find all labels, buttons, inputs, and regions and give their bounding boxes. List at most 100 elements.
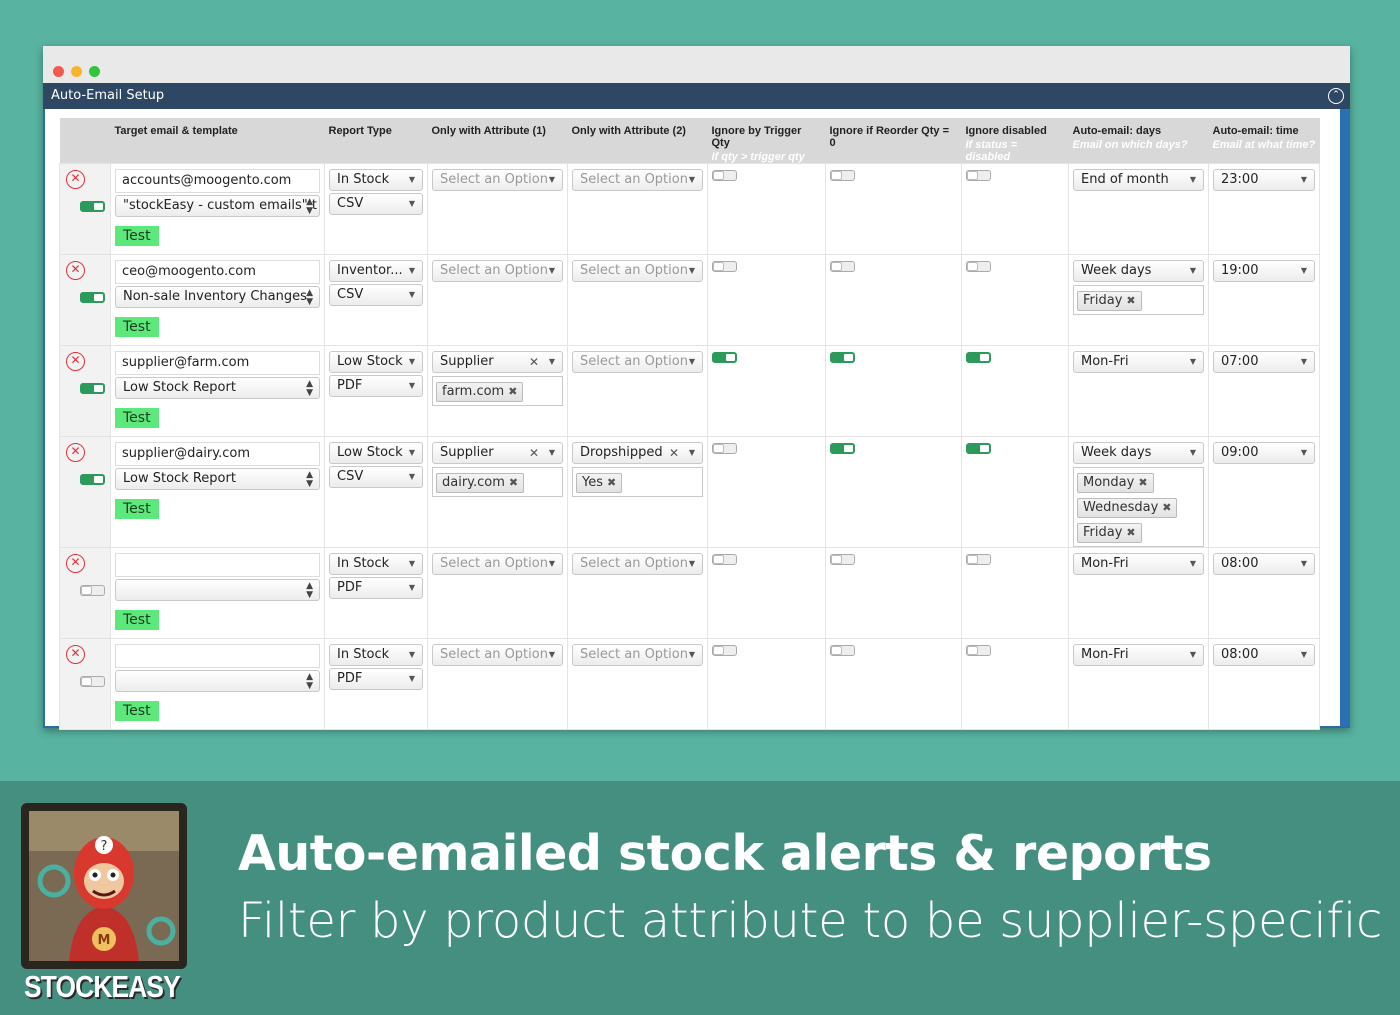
time-select[interactable]: 09:00 ▼ (1213, 442, 1315, 464)
remove-tag-icon[interactable]: ✖ (1126, 526, 1135, 539)
attribute-2-values[interactable]: Yes ✖ (572, 467, 703, 497)
remove-tag-icon[interactable]: ✖ (1162, 501, 1171, 514)
format-select[interactable]: CSV ▼ (329, 284, 423, 306)
email-field[interactable]: supplier@dairy.com (115, 442, 320, 466)
report-type-select[interactable]: In Stock ▼ (329, 553, 423, 575)
attribute-2-select[interactable]: Select an Option ▼ (572, 351, 703, 373)
row-enabled-toggle[interactable] (80, 292, 105, 303)
email-field[interactable] (115, 553, 320, 577)
remove-tag-icon[interactable]: ✖ (607, 476, 616, 489)
format-select[interactable]: CSV ▼ (329, 466, 423, 488)
clear-x-icon[interactable]: ✕ (529, 352, 539, 372)
remove-tag-icon[interactable]: ✖ (1126, 294, 1135, 307)
attribute-1-select[interactable]: Select an Option ▼ (432, 553, 563, 575)
format-select[interactable]: CSV ▼ (329, 193, 423, 215)
test-button[interactable]: Test (115, 701, 159, 721)
attribute-2-select[interactable]: Dropshipped ✕ ▼ (572, 442, 703, 464)
row-enabled-toggle[interactable] (80, 383, 105, 394)
attribute-2-select[interactable]: Select an Option ▼ (572, 260, 703, 282)
template-select[interactable]: Low Stock Report ▲ ▼ (115, 468, 320, 490)
delete-row-icon[interactable]: ✕ (66, 645, 85, 664)
days-select[interactable]: End of month ▼ (1073, 169, 1204, 191)
ignore-trigger-toggle[interactable] (712, 443, 737, 454)
test-button[interactable]: Test (115, 317, 159, 337)
delete-row-icon[interactable]: ✕ (66, 170, 85, 189)
template-select[interactable]: ▲ ▼ (115, 670, 320, 692)
row-enabled-toggle[interactable] (80, 585, 105, 596)
test-button[interactable]: Test (115, 610, 159, 630)
time-select[interactable]: 19:00 ▼ (1213, 260, 1315, 282)
format-select[interactable]: PDF ▼ (329, 668, 423, 690)
report-type-select[interactable]: In Stock ▼ (329, 169, 423, 191)
days-select[interactable]: Mon-Fri ▼ (1073, 351, 1204, 373)
report-type-select[interactable]: Low Stock ▼ (329, 351, 423, 373)
attribute-1-select[interactable]: Select an Option ▼ (432, 260, 563, 282)
row-enabled-toggle[interactable] (80, 676, 105, 687)
close-window-icon[interactable] (53, 66, 64, 77)
ignore-reorder-toggle[interactable] (830, 261, 855, 272)
attribute-1-select[interactable]: Select an Option ▼ (432, 644, 563, 666)
day-values[interactable]: Monday ✖ Wednesday ✖ Friday ✖ (1073, 467, 1204, 547)
email-field[interactable] (115, 644, 320, 668)
days-select[interactable]: Week days ▼ (1073, 260, 1204, 282)
row-enabled-toggle[interactable] (80, 201, 105, 212)
delete-row-icon[interactable]: ✕ (66, 443, 85, 462)
ignore-reorder-toggle[interactable] (830, 352, 855, 363)
test-button[interactable]: Test (115, 226, 159, 246)
attribute-1-values[interactable]: dairy.com ✖ (432, 467, 563, 497)
template-select[interactable]: Low Stock Report ▲ ▼ (115, 377, 320, 399)
attribute-1-values[interactable]: farm.com ✖ (432, 376, 563, 406)
time-select[interactable]: 08:00 ▼ (1213, 553, 1315, 575)
ignore-disabled-toggle[interactable] (966, 443, 991, 454)
ignore-disabled-toggle[interactable] (966, 261, 991, 272)
template-select[interactable]: Non-sale Inventory Changes ▲ ▼ (115, 286, 320, 308)
template-select[interactable]: ▲ ▼ (115, 579, 320, 601)
email-field[interactable]: ceo@moogento.com (115, 260, 320, 284)
test-button[interactable]: Test (115, 499, 159, 519)
remove-tag-icon[interactable]: ✖ (508, 385, 517, 398)
ignore-trigger-toggle[interactable] (712, 170, 737, 181)
days-select[interactable]: Week days ▼ (1073, 442, 1204, 464)
ignore-reorder-toggle[interactable] (830, 170, 855, 181)
ignore-disabled-toggle[interactable] (966, 170, 991, 181)
attribute-2-select[interactable]: Select an Option ▼ (572, 553, 703, 575)
ignore-trigger-toggle[interactable] (712, 554, 737, 565)
email-field[interactable]: accounts@moogento.com (115, 169, 320, 193)
ignore-disabled-toggle[interactable] (966, 554, 991, 565)
template-select[interactable]: "stockEasy - custom emails" t ▲ ▼ (115, 195, 320, 217)
report-type-select[interactable]: Low Stock ▼ (329, 442, 423, 464)
clear-x-icon[interactable]: ✕ (529, 443, 539, 463)
attribute-1-select[interactable]: Supplier ✕ ▼ (432, 351, 563, 373)
format-select[interactable]: PDF ▼ (329, 577, 423, 599)
maximize-window-icon[interactable] (89, 66, 100, 77)
collapse-chevron-up-icon[interactable]: ⌃ (1328, 88, 1344, 104)
test-button[interactable]: Test (115, 408, 159, 428)
delete-row-icon[interactable]: ✕ (66, 554, 85, 573)
ignore-disabled-toggle[interactable] (966, 645, 991, 656)
ignore-reorder-toggle[interactable] (830, 645, 855, 656)
remove-tag-icon[interactable]: ✖ (1138, 476, 1147, 489)
attribute-2-select[interactable]: Select an Option ▼ (572, 644, 703, 666)
scrollbar[interactable] (1340, 109, 1350, 726)
days-select[interactable]: Mon-Fri ▼ (1073, 644, 1204, 666)
ignore-reorder-toggle[interactable] (830, 554, 855, 565)
email-field[interactable]: supplier@farm.com (115, 351, 320, 375)
report-type-select[interactable]: In Stock ▼ (329, 644, 423, 666)
attribute-2-select[interactable]: Select an Option ▼ (572, 169, 703, 191)
days-select[interactable]: Mon-Fri ▼ (1073, 553, 1204, 575)
ignore-trigger-toggle[interactable] (712, 645, 737, 656)
delete-row-icon[interactable]: ✕ (66, 352, 85, 371)
time-select[interactable]: 08:00 ▼ (1213, 644, 1315, 666)
ignore-reorder-toggle[interactable] (830, 443, 855, 454)
clear-x-icon[interactable]: ✕ (669, 443, 679, 463)
minimize-window-icon[interactable] (71, 66, 82, 77)
report-type-select[interactable]: Inventor... ▼ (329, 260, 423, 282)
format-select[interactable]: PDF ▼ (329, 375, 423, 397)
day-values[interactable]: Friday ✖ (1073, 285, 1204, 315)
ignore-trigger-toggle[interactable] (712, 352, 737, 363)
ignore-disabled-toggle[interactable] (966, 352, 991, 363)
time-select[interactable]: 07:00 ▼ (1213, 351, 1315, 373)
attribute-1-select[interactable]: Supplier ✕ ▼ (432, 442, 563, 464)
delete-row-icon[interactable]: ✕ (66, 261, 85, 280)
attribute-1-select[interactable]: Select an Option ▼ (432, 169, 563, 191)
